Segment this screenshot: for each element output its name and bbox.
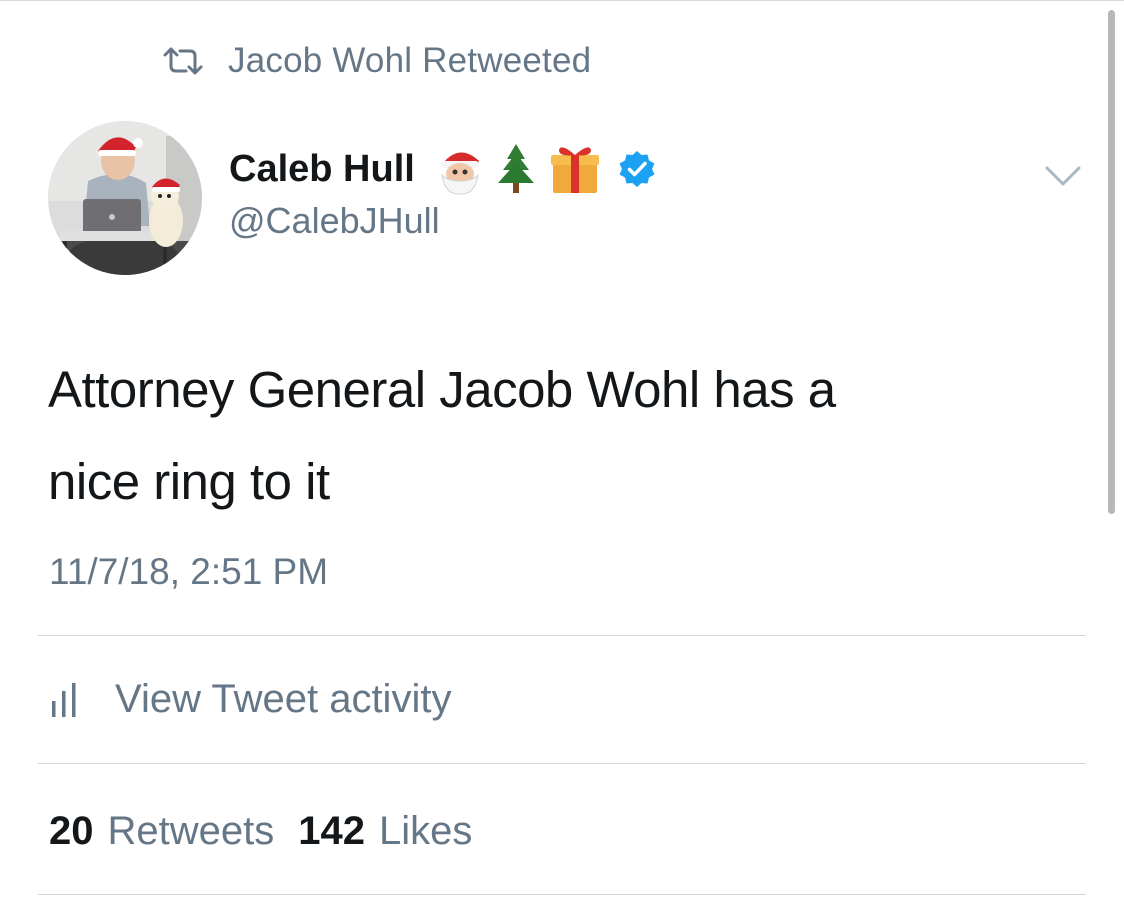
retweet-context[interactable]: Jacob Wohl Retweeted [162, 38, 591, 84]
likes-label[interactable]: Likes [379, 809, 472, 854]
tweet-timestamp[interactable]: 11/7/18, 2:51 PM [49, 551, 328, 593]
avatar[interactable] [48, 121, 202, 275]
likes-count[interactable]: 142 [298, 809, 365, 854]
gift-emoji-icon [550, 147, 599, 193]
tweet-text-line: Attorney General Jacob Wohl has a [48, 361, 836, 418]
tweet-text-line: nice ring to it [48, 453, 330, 510]
author-display-name[interactable]: Caleb Hull [229, 148, 415, 191]
divider [38, 894, 1086, 895]
view-tweet-activity-label: View Tweet activity [115, 676, 452, 721]
tweet-stats: 20 Retweets 142 Likes [49, 806, 496, 856]
retweet-icon [163, 47, 203, 75]
retweets-label[interactable]: Retweets [108, 809, 275, 854]
retweets-count[interactable]: 20 [49, 809, 94, 854]
scrollbar[interactable] [1108, 10, 1115, 514]
divider [38, 635, 1086, 636]
view-tweet-activity-button[interactable]: View Tweet activity [49, 672, 451, 726]
avatar-photo [48, 121, 202, 275]
bar-chart-icon [52, 683, 76, 717]
chevron-down-icon[interactable] [1043, 162, 1083, 190]
author-handle[interactable]: @CalebJHull [229, 200, 440, 242]
author-name-row[interactable]: Caleb Hull [229, 138, 657, 200]
retweet-context-label: Jacob Wohl Retweeted [228, 41, 592, 80]
divider [38, 763, 1086, 764]
santa-emoji-icon [440, 152, 479, 195]
christmas-tree-emoji-icon [497, 144, 534, 193]
verified-badge-icon [619, 151, 655, 187]
tweet-text: Attorney General Jacob Wohl has a nice r… [48, 344, 1058, 528]
top-divider [0, 0, 1124, 1]
